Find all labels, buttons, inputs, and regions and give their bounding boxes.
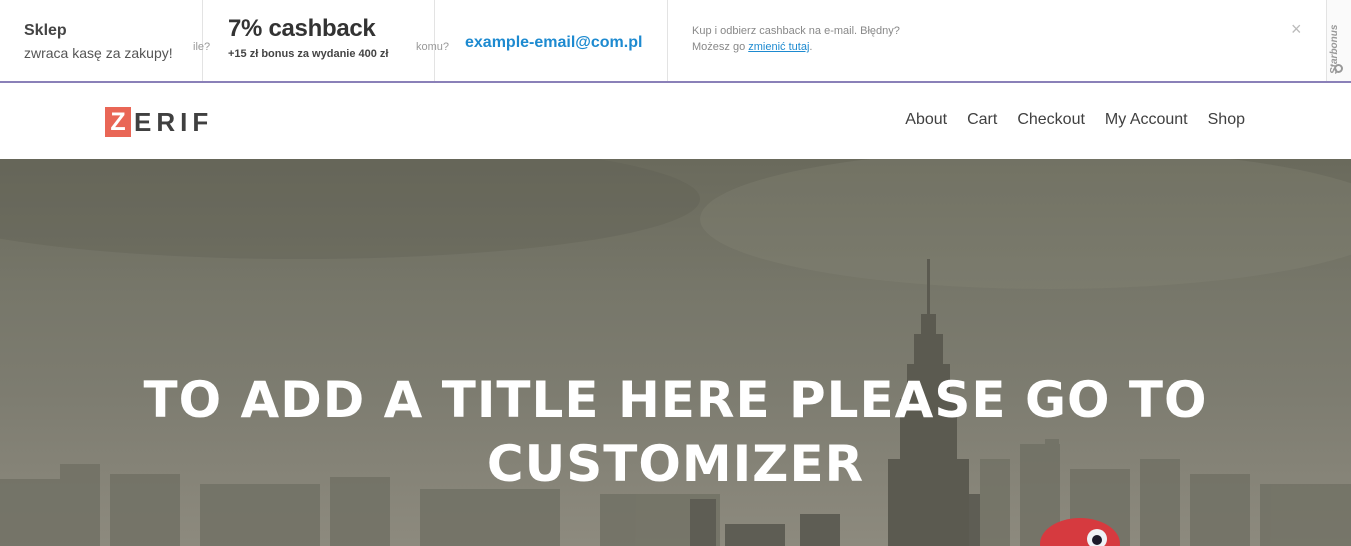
shop-subtitle: zwraca kasę za zakupy!: [24, 45, 173, 61]
shop-title: Sklep: [24, 22, 67, 39]
info-line-2-prefix: Możesz go: [692, 41, 749, 53]
cashback-bar: Sklep zwraca kasę za zakupy! ile? 7% cas…: [0, 0, 1351, 83]
hero-title-line-1: TO ADD A TITLE HERE PLEASE GO TO: [143, 371, 1208, 429]
info-line-2-suffix: .: [809, 41, 813, 53]
info-line-1: Kup i odbierz cashback na e-mail. Błędny…: [692, 25, 900, 37]
hero-title-line-2: CUSTOMIZER: [486, 435, 865, 493]
cashback-email-section: example-email@com.pl: [435, 0, 668, 81]
nav-item-cart[interactable]: Cart: [967, 111, 997, 129]
cashback-title: 7% cashback: [228, 15, 376, 42]
hero-title: TO ADD A TITLE HERE PLEASE GO TO CUSTOMI…: [0, 368, 1351, 496]
cashback-bonus: +15 zł bonus za wydanie 400 zł: [228, 48, 389, 60]
cashback-amount-section: 7% cashback +15 zł bonus za wydanie 400 …: [203, 0, 435, 81]
logo-text: ERIF: [134, 106, 214, 137]
starbonus-logo-icon: [1334, 64, 1343, 73]
logo-first-letter: Z: [105, 107, 131, 137]
nav-item-about[interactable]: About: [905, 111, 947, 129]
cashback-email: example-email@com.pl: [465, 34, 643, 51]
change-email-link[interactable]: zmienić tutaj: [748, 41, 809, 53]
site-logo[interactable]: Z ERIF: [105, 107, 213, 137]
nav-item-checkout[interactable]: Checkout: [1017, 111, 1085, 129]
hero-section: TO ADD A TITLE HERE PLEASE GO TO CUSTOMI…: [0, 159, 1351, 546]
main-nav: About Cart Checkout My Account Shop: [905, 111, 1245, 129]
starbonus-side-tab[interactable]: Starbonus: [1326, 0, 1351, 81]
nav-item-my-account[interactable]: My Account: [1105, 111, 1188, 129]
cashback-shop-section: Sklep zwraca kasę za zakupy!: [0, 0, 203, 81]
site-header: Z ERIF About Cart Checkout My Account Sh…: [0, 83, 1351, 159]
close-icon[interactable]: ×: [1291, 20, 1302, 38]
cashback-info-section: Kup i odbierz cashback na e-mail. Błędny…: [668, 0, 1326, 81]
nav-item-shop[interactable]: Shop: [1208, 111, 1245, 129]
info-line-2: Możesz go zmienić tutaj.: [692, 41, 812, 53]
